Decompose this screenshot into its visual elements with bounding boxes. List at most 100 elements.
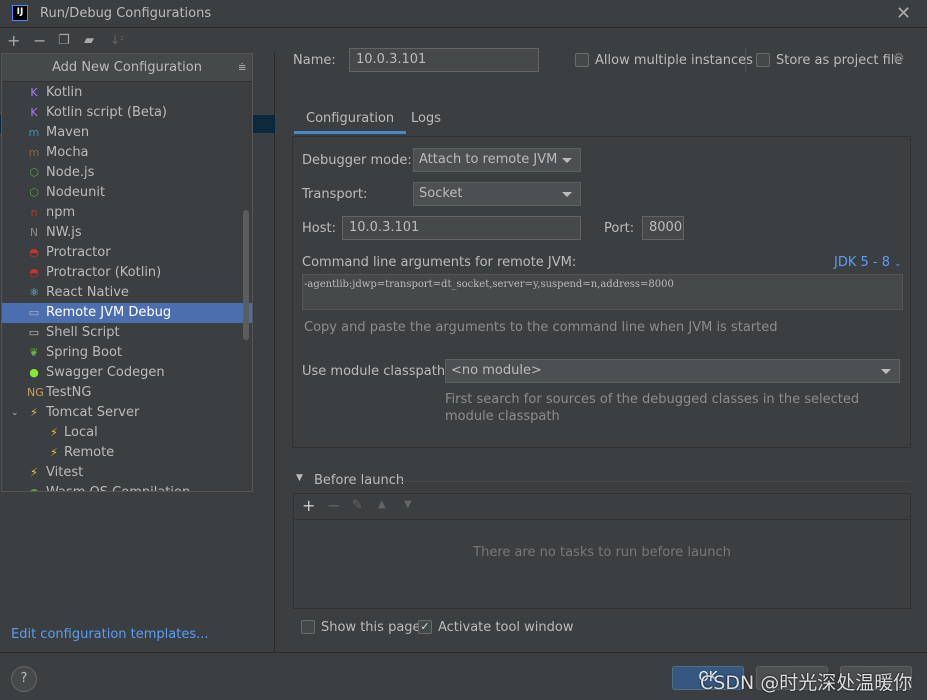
before-launch-toolbar: + − ✎ ▲ ▼ — [294, 494, 910, 520]
jdk-version-link[interactable]: JDK 5 - 8 ⌄ — [834, 255, 902, 270]
allow-multiple-checkbox[interactable] — [575, 53, 589, 67]
popup-item[interactable]: NG TestNG — [2, 383, 252, 403]
popup-item-label: Wasm OS Compilation — [46, 485, 190, 491]
popup-item[interactable]: ▭ Shell Script — [2, 323, 252, 343]
plus-icon[interactable]: + — [7, 31, 20, 50]
intellij-logo-icon: IJ — [12, 5, 28, 21]
activate-tool-label: Activate tool window — [438, 620, 574, 635]
popup-item-label: Vitest — [46, 465, 84, 480]
popup-item-label: npm — [46, 205, 76, 220]
popup-item[interactable]: K Kotlin script (Beta) — [2, 103, 252, 123]
popup-scrollbar[interactable] — [243, 210, 249, 340]
before-launch-empty: There are no tasks to run before launch — [473, 545, 731, 560]
collapse-icon[interactable]: ⩧ — [238, 54, 246, 82]
popup-item-label: Kotlin — [46, 85, 83, 100]
wasm-icon: ● — [27, 486, 41, 491]
popup-item[interactable]: N NW.js — [2, 223, 252, 243]
popup-item[interactable]: ◓ Protractor (Kotlin) — [2, 263, 252, 283]
popup-item[interactable]: ⚡ Local — [2, 423, 252, 443]
popup-item[interactable]: ◓ Protractor — [2, 243, 252, 263]
activate-tool-checkbox[interactable]: ✓ — [418, 620, 432, 634]
edit-icon[interactable]: ✎ — [352, 498, 363, 513]
gear-icon[interactable]: ⚙ — [893, 51, 905, 66]
port-input[interactable]: 8000 — [642, 216, 684, 240]
popup-item[interactable]: m Mocha — [2, 143, 252, 163]
popup-item-label: Mocha — [46, 145, 89, 160]
name-input[interactable]: 10.0.3.101 — [349, 48, 539, 72]
name-label: Name: — [293, 53, 336, 68]
transport-select[interactable]: Socket — [413, 182, 581, 206]
popup-item-label: React Native — [46, 285, 129, 300]
collapse-before-launch-icon[interactable]: ▼ — [296, 473, 303, 483]
move-down-icon[interactable]: ▼ — [404, 499, 412, 510]
minus-icon[interactable]: − — [327, 496, 340, 515]
popup-item[interactable]: ⌄ ⚡ Tomcat Server — [2, 403, 252, 423]
before-launch-title: Before launch — [314, 473, 405, 488]
module-hint-2: module classpath — [445, 409, 560, 424]
nwjs-icon: N — [29, 226, 39, 239]
copy-icon[interactable]: ❐ — [58, 33, 70, 48]
divider — [402, 481, 911, 482]
swagger-icon: ● — [29, 366, 39, 379]
tab-configuration[interactable]: Configuration — [294, 104, 407, 134]
popup-item[interactable]: ❦ Spring Boot — [2, 343, 252, 363]
protractor-icon: ◓ — [29, 246, 39, 259]
edit-templates-link[interactable]: Edit configuration templates... — [11, 627, 209, 642]
nodejs-icon: ⬡ — [29, 166, 39, 179]
footer-divider — [0, 652, 927, 653]
popup-item[interactable]: K Kotlin — [2, 83, 252, 103]
tomcat-icon: ⚡ — [30, 406, 38, 419]
testng-icon: NG — [27, 386, 44, 399]
close-icon[interactable]: ✕ — [896, 3, 911, 24]
sort-icon[interactable]: ↓ᶻ — [110, 33, 124, 47]
npm-icon: n — [30, 206, 38, 219]
popup-item[interactable]: ⚡ Vitest — [2, 463, 252, 483]
tomcat-icon: ⚡ — [50, 426, 58, 439]
host-input[interactable]: 10.0.3.101 — [342, 216, 581, 240]
before-launch-list: + − ✎ ▲ ▼ There are no tasks to run befo… — [293, 493, 911, 609]
minus-icon[interactable]: − — [33, 31, 46, 50]
transport-label: Transport: — [302, 187, 368, 202]
popup-item-label: Spring Boot — [46, 345, 123, 360]
expand-chevron-icon[interactable]: ⌄ — [11, 403, 19, 423]
popup-item[interactable]: ● Wasm OS Compilation — [2, 483, 252, 491]
popup-item[interactable]: m Maven — [2, 123, 252, 143]
popup-item-label: NW.js — [46, 225, 82, 240]
folder-add-icon[interactable]: ▰ — [84, 33, 94, 48]
window-title: Run/Debug Configurations — [40, 6, 212, 21]
popup-item[interactable]: ⬡ Nodeunit — [2, 183, 252, 203]
shell-icon: ▭ — [28, 326, 40, 339]
port-label: Port: — [604, 221, 635, 236]
popup-item-label: Remote JVM Debug — [46, 305, 172, 320]
module-classpath-label: Use module classpath: — [302, 364, 450, 379]
store-project-checkbox[interactable] — [756, 53, 770, 67]
popup-item[interactable]: ● Swagger Codegen — [2, 363, 252, 383]
spring-icon: ❦ — [29, 346, 39, 359]
plus-icon[interactable]: + — [302, 496, 315, 515]
show-page-checkbox[interactable] — [301, 620, 315, 634]
store-project-label: Store as project file — [776, 53, 903, 68]
popup-item-label: Protractor — [46, 245, 111, 260]
popup-item-label: Swagger Codegen — [46, 365, 165, 380]
popup-item-label: Tomcat Server — [46, 405, 140, 420]
help-button[interactable]: ? — [11, 666, 37, 692]
tab-logs[interactable]: Logs — [399, 104, 453, 134]
kotlin-icon: K — [30, 86, 38, 99]
popup-item[interactable]: ⚡ Remote — [2, 443, 252, 463]
popup-item[interactable]: ⚛ React Native — [2, 283, 252, 303]
popup-item-label: TestNG — [46, 385, 92, 400]
popup-item[interactable]: ▭ Remote JVM Debug — [2, 303, 252, 323]
popup-item-label: Protractor (Kotlin) — [46, 265, 162, 280]
cmd-args-textarea[interactable]: -agentlib:jdwp=transport=dt_socket,serve… — [302, 274, 903, 310]
watermark: CSDN @时光深处温暖你 — [700, 672, 913, 694]
popup-item[interactable]: ⬡ Node.js — [2, 163, 252, 183]
nodeunit-icon: ⬡ — [29, 186, 39, 199]
popup-header: Add New Configuration ⩧ — [2, 54, 252, 82]
move-up-icon[interactable]: ▲ — [378, 499, 386, 510]
popup-item[interactable]: n npm — [2, 203, 252, 223]
mocha-icon: m — [28, 146, 40, 159]
module-select[interactable]: <no module> — [445, 359, 900, 383]
popup-title: Add New Configuration — [52, 60, 202, 75]
popup-item-label: Local — [64, 425, 98, 440]
debugger-mode-select[interactable]: Attach to remote JVM — [413, 148, 581, 172]
